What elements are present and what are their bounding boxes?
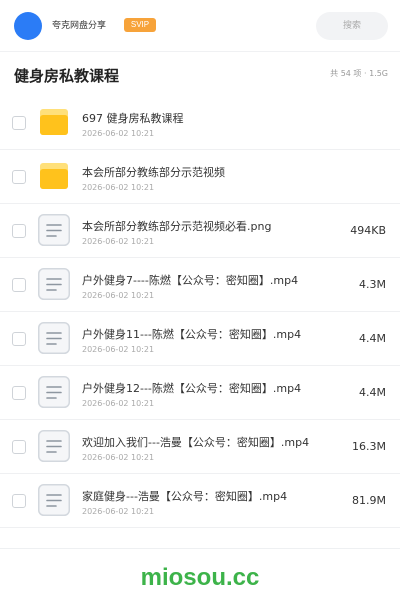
file-size: 494KB xyxy=(350,224,386,237)
document-icon xyxy=(38,430,70,462)
file-size: 16.3M xyxy=(352,440,386,453)
file-date: 2026-06-02 10:21 xyxy=(82,453,155,462)
file-row[interactable]: 本会所部分教练部分示范视频 2026-06-02 10:21 xyxy=(0,150,400,204)
file-size: 81.9M xyxy=(352,494,386,507)
header-bar: 夸克网盘分享 SVIP xyxy=(0,0,400,52)
file-date: 2026-06-02 10:21 xyxy=(82,507,155,516)
file-size: 4.4M xyxy=(359,332,386,345)
file-name: 697 健身房私教课程 xyxy=(82,112,184,125)
file-row[interactable]: 户外健身11---陈燃【公众号：密知圈】.mp4 2026-06-02 10:2… xyxy=(0,312,400,366)
select-checkbox[interactable] xyxy=(12,116,26,130)
file-name: 户外健身11---陈燃【公众号：密知圈】.mp4 xyxy=(82,328,302,341)
folder-icon xyxy=(40,162,68,190)
file-size: 4.3M xyxy=(359,278,386,291)
file-row[interactable]: 户外健身12---陈燃【公众号：密知圈】.mp4 2026-06-02 10:2… xyxy=(0,366,400,420)
file-row[interactable]: 697 健身房私教课程 2026-06-02 10:21 xyxy=(0,96,400,150)
folder-icon xyxy=(40,108,68,136)
file-name: 欢迎加入我们---浩曼【公众号：密知圈】.mp4 xyxy=(82,436,310,449)
select-checkbox[interactable] xyxy=(12,440,26,454)
file-date: 2026-06-02 10:21 xyxy=(82,399,155,408)
file-size: 4.4M xyxy=(359,386,386,399)
select-checkbox[interactable] xyxy=(12,332,26,346)
file-list: 697 健身房私教课程 2026-06-02 10:21 本会所部分教练部分示范… xyxy=(0,96,400,528)
watermark: miosou.cc xyxy=(140,564,260,591)
page-title: 健身房私教课程 xyxy=(14,67,120,85)
share-page: 夸克网盘分享 SVIP 健身房私教课程 共 54 项 · 1.5G 697 健身… xyxy=(0,0,400,600)
file-date: 2026-06-02 10:21 xyxy=(82,291,155,300)
search-input[interactable] xyxy=(316,12,388,40)
select-checkbox[interactable] xyxy=(12,494,26,508)
select-checkbox[interactable] xyxy=(12,224,26,238)
file-name: 户外健身12---陈燃【公众号：密知圈】.mp4 xyxy=(82,382,302,395)
file-row[interactable]: 欢迎加入我们---浩曼【公众号：密知圈】.mp4 2026-06-02 10:2… xyxy=(0,420,400,474)
file-date: 2026-06-02 10:21 xyxy=(82,345,155,354)
document-icon xyxy=(38,376,70,408)
file-name: 本会所部分教练部分示范视频 xyxy=(82,166,225,179)
document-icon xyxy=(38,268,70,300)
file-date: 2026-06-02 10:21 xyxy=(82,183,155,192)
file-name: 家庭健身---浩曼【公众号：密知圈】.mp4 xyxy=(82,490,288,503)
select-checkbox[interactable] xyxy=(12,278,26,292)
document-icon xyxy=(38,214,70,246)
select-checkbox[interactable] xyxy=(12,386,26,400)
document-icon xyxy=(38,322,70,354)
document-icon xyxy=(38,484,70,516)
file-date: 2026-06-02 10:21 xyxy=(82,237,155,246)
file-name: 本会所部分教练部分示范视频必看.png xyxy=(82,220,272,233)
svip-badge: SVIP xyxy=(124,18,156,32)
share-source-label: 夸克网盘分享 xyxy=(52,21,107,31)
file-row[interactable]: 本会所部分教练部分示范视频必看.png 2026-06-02 10:21 494… xyxy=(0,204,400,258)
avatar xyxy=(14,12,42,40)
folder-title-row: 健身房私教课程 共 54 项 · 1.5G xyxy=(0,52,400,96)
file-date: 2026-06-02 10:21 xyxy=(82,129,155,138)
item-summary: 共 54 项 · 1.5G xyxy=(330,69,388,78)
file-row[interactable]: 户外健身7----陈燃【公众号：密知圈】.mp4 2026-06-02 10:2… xyxy=(0,258,400,312)
select-checkbox[interactable] xyxy=(12,170,26,184)
file-name: 户外健身7----陈燃【公众号：密知圈】.mp4 xyxy=(82,274,299,287)
file-row[interactable]: 家庭健身---浩曼【公众号：密知圈】.mp4 2026-06-02 10:21 … xyxy=(0,474,400,528)
footer-divider xyxy=(0,548,400,549)
